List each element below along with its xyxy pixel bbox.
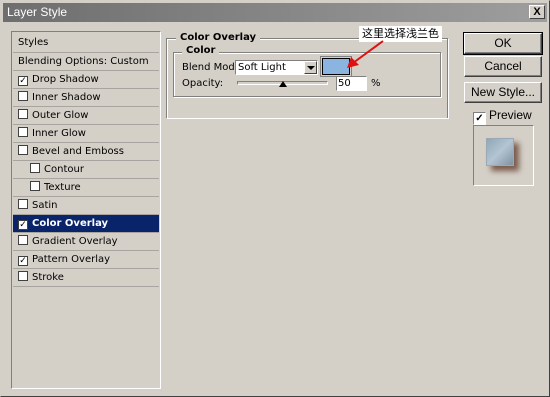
style-item-label: Inner Shadow (32, 92, 101, 103)
checkbox[interactable]: ✓ (18, 220, 28, 230)
opacity-label: Opacity: (182, 78, 224, 89)
style-item-label: Outer Glow (32, 110, 89, 121)
style-item-inner-glow[interactable]: Inner Glow (13, 125, 159, 143)
style-item-label: Color Overlay (32, 218, 109, 229)
preview-label: Preview (489, 108, 532, 122)
style-item-label: Pattern Overlay (32, 254, 111, 265)
close-button[interactable]: X (529, 5, 545, 19)
window-title: Layer Style (7, 5, 68, 19)
opacity-slider-thumb[interactable] (278, 81, 287, 87)
style-item-label: Gradient Overlay (32, 236, 118, 247)
ok-button[interactable]: OK (463, 32, 543, 55)
style-item-label: Satin (32, 200, 58, 211)
annotation-arrow-icon (347, 40, 384, 68)
chevron-down-icon[interactable] (304, 61, 317, 74)
style-item-label: Contour (44, 164, 84, 175)
style-item-label: Drop Shadow (32, 74, 99, 85)
style-preview (473, 125, 534, 186)
section-title: Color Overlay (176, 31, 261, 45)
layer-style-dialog: Layer Style X Styles Blending Options: Cu… (0, 0, 550, 397)
style-item-gradient-overlay[interactable]: Gradient Overlay (13, 233, 159, 251)
checkbox[interactable] (18, 109, 28, 119)
title-bar: Layer Style X (3, 3, 547, 22)
checkbox[interactable] (18, 271, 28, 281)
style-item-color-overlay[interactable]: ✓ Color Overlay (13, 215, 159, 233)
style-item-label: Bevel and Emboss (32, 146, 124, 157)
blend-mode-value: Soft Light (238, 62, 286, 73)
checkbox[interactable] (18, 145, 28, 155)
style-item-blending-options-custom[interactable]: Blending Options: Custom (13, 53, 159, 71)
style-item-label: Blending Options: Custom (18, 56, 149, 67)
style-item-inner-shadow[interactable]: Inner Shadow (13, 89, 159, 107)
style-item-contour[interactable]: Contour (13, 161, 159, 179)
style-item-bevel-and-emboss[interactable]: Bevel and Emboss (13, 143, 159, 161)
style-item-stroke[interactable]: Stroke (13, 269, 159, 287)
checkbox[interactable] (18, 127, 28, 137)
styles-header[interactable]: Styles (13, 33, 159, 53)
cancel-button[interactable]: Cancel (464, 56, 542, 77)
group-title: Color (182, 44, 220, 58)
checkbox[interactable] (18, 91, 28, 101)
style-item-drop-shadow[interactable]: ✓ Drop Shadow (13, 71, 159, 89)
styles-list-panel: Styles Blending Options: Custom ✓ Drop Shad… (11, 31, 161, 389)
checkbox[interactable]: ✓ (18, 76, 28, 86)
opacity-input[interactable]: 50 (336, 76, 367, 91)
checkbox[interactable] (30, 163, 40, 173)
new-style-button[interactable]: New Style... (464, 82, 542, 103)
style-item-satin[interactable]: Satin (13, 197, 159, 215)
preview-square (486, 138, 514, 166)
checkbox[interactable]: ✓ (18, 256, 28, 266)
color-overlay-panel: Color Overlay Color Blend Mode: Soft Lig… (166, 31, 451, 389)
checkbox[interactable] (18, 199, 28, 209)
style-item-outer-glow[interactable]: Outer Glow (13, 107, 159, 125)
style-item-label: Stroke (32, 272, 64, 283)
opacity-unit: % (371, 78, 381, 89)
preview-toggle[interactable]: ✓ Preview (473, 108, 532, 125)
style-item-pattern-overlay[interactable]: ✓ Pattern Overlay (13, 251, 159, 269)
style-item-label: Texture (44, 182, 81, 193)
checkbox[interactable] (30, 181, 40, 191)
style-item-texture[interactable]: Texture (13, 179, 159, 197)
blend-mode-select[interactable]: Soft Light (235, 60, 318, 75)
preview-checkbox[interactable]: ✓ (473, 112, 486, 125)
checkbox[interactable] (18, 235, 28, 245)
style-item-label: Inner Glow (32, 128, 86, 139)
